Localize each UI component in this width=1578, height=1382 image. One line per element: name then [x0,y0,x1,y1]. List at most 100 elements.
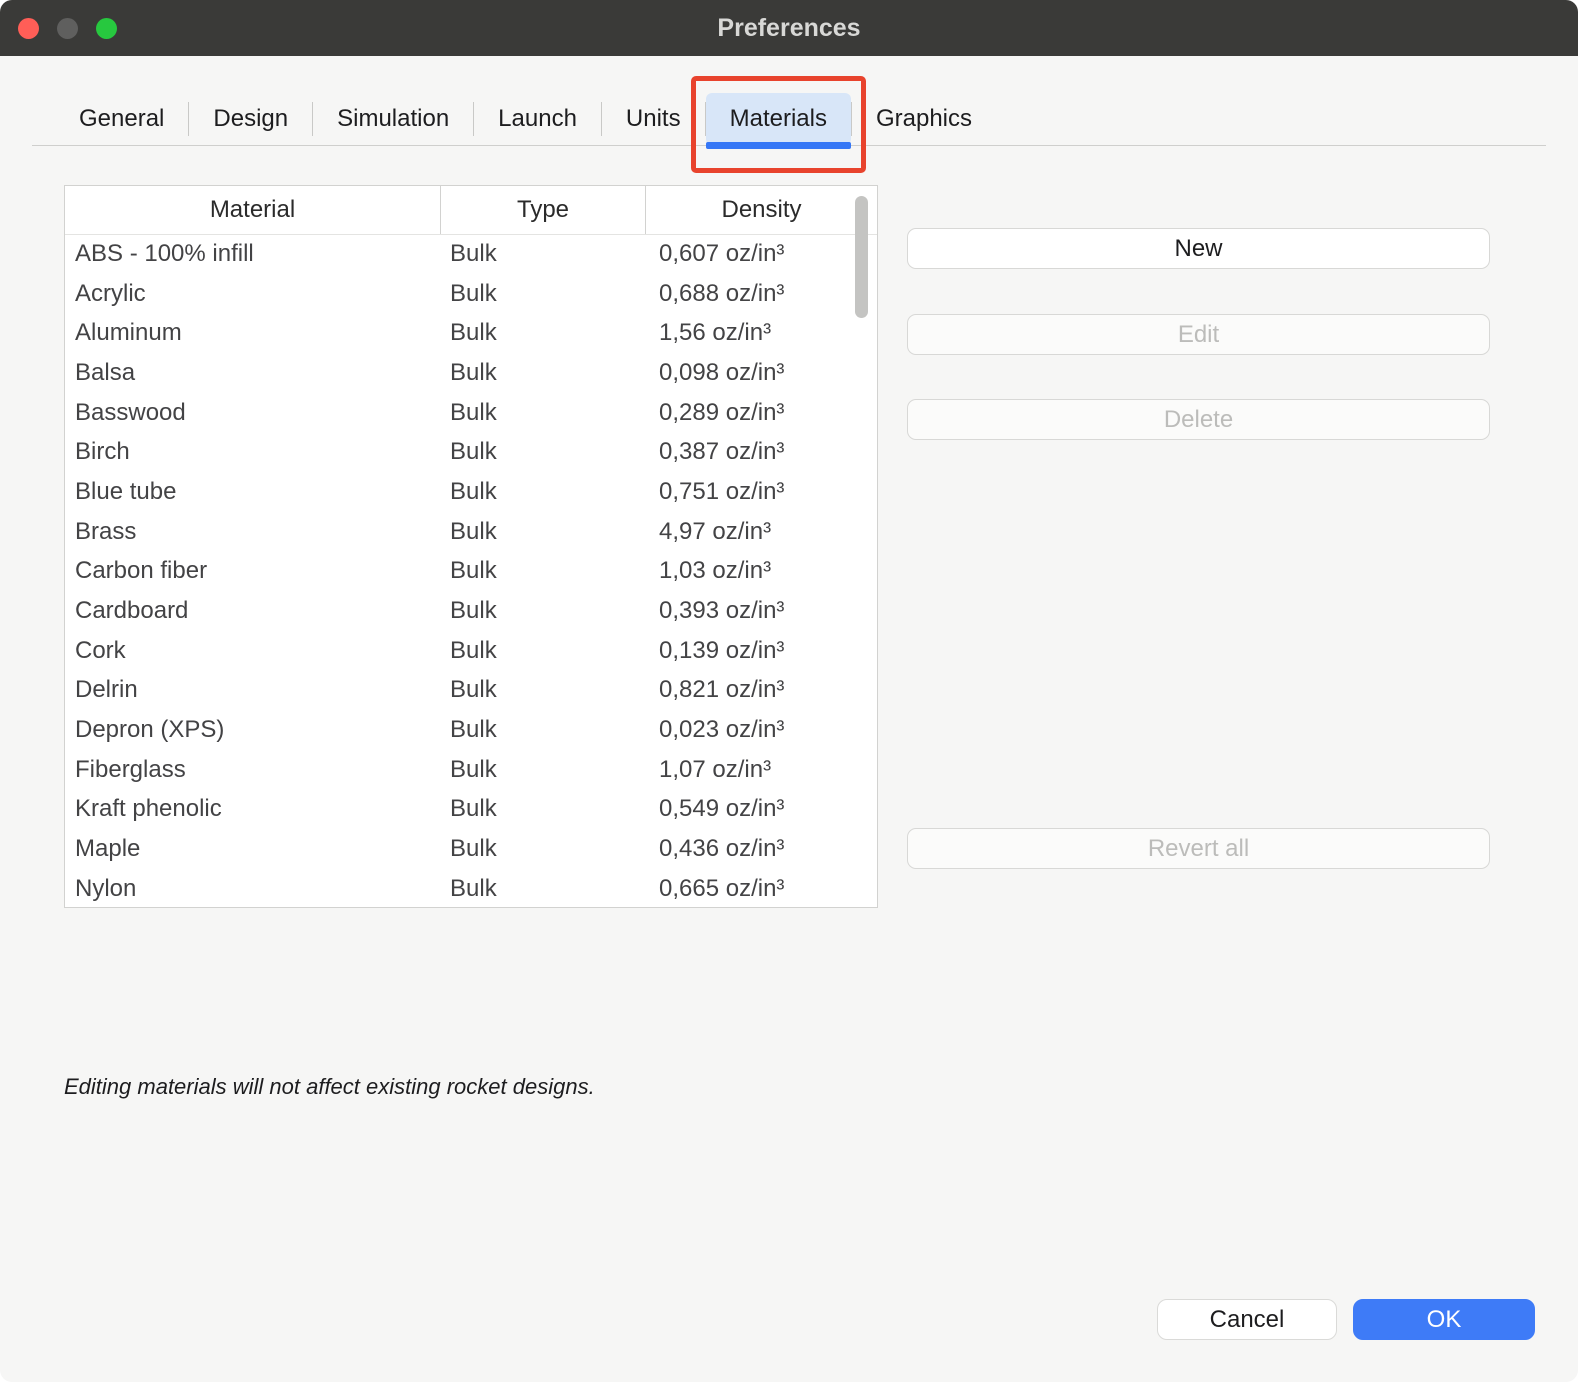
cell-type: Bulk [440,438,648,466]
close-button[interactable] [18,18,39,39]
tab-label: Materials [730,105,827,133]
new-button[interactable]: New [907,228,1490,269]
traffic-lights [18,0,117,56]
cell-material: Balsa [65,359,440,387]
cell-material: Carbon fiber [65,557,440,585]
tab-label: Units [626,105,681,133]
cell-material: Cork [65,637,440,665]
cell-type: Bulk [440,637,648,665]
cell-material: Aluminum [65,319,440,347]
column-header-density[interactable]: Density [646,186,877,234]
tab-simulation[interactable]: Simulation [313,93,473,145]
materials-table: Material Type Density ABS - 100% infillB… [64,185,878,908]
cell-material: Maple [65,835,440,863]
cell-density: 0,023 oz/in³ [648,716,877,744]
table-row[interactable]: FiberglassBulk1,07 oz/in³ [65,750,877,790]
cell-type: Bulk [440,280,648,308]
window-title: Preferences [717,14,860,43]
cell-type: Bulk [440,716,648,744]
tab-launch[interactable]: Launch [474,93,601,145]
cell-material: Birch [65,438,440,466]
table-row[interactable]: AcrylicBulk0,688 oz/in³ [65,274,877,314]
zoom-button[interactable] [96,18,117,39]
table-row[interactable]: CardboardBulk0,393 oz/in³ [65,591,877,631]
tab-strip: General Design Simulation Launch Units Materi… [32,56,1546,146]
tab-label: General [79,105,164,133]
cell-type: Bulk [440,240,648,268]
cell-type: Bulk [440,359,648,387]
table-body: ABS - 100% infillBulk0,607 oz/in³Acrylic… [65,234,877,907]
cell-type: Bulk [440,676,648,704]
cell-material: Kraft phenolic [65,795,440,823]
cell-density: 0,607 oz/in³ [648,240,877,268]
cell-density: 0,393 oz/in³ [648,597,877,625]
cell-material: Delrin [65,676,440,704]
cell-density: 1,03 oz/in³ [648,557,877,585]
minimize-button[interactable] [57,18,78,39]
column-header-type[interactable]: Type [440,186,646,234]
table-header: Material Type Density [65,186,877,235]
cell-material: Basswood [65,399,440,427]
delete-button[interactable]: Delete [907,399,1490,440]
title-bar: Preferences [0,0,1578,56]
table-row[interactable]: DelrinBulk0,821 oz/in³ [65,671,877,711]
table-row[interactable]: AluminumBulk1,56 oz/in³ [65,313,877,353]
cell-type: Bulk [440,557,648,585]
cell-density: 0,436 oz/in³ [648,835,877,863]
cell-type: Bulk [440,835,648,863]
tab-label: Design [213,105,288,133]
cell-type: Bulk [440,875,648,903]
cell-material: Depron (XPS) [65,716,440,744]
cell-type: Bulk [440,478,648,506]
tab-label: Launch [498,105,577,133]
tab-graphics[interactable]: Graphics [852,93,996,145]
table-row[interactable]: NylonBulk0,665 oz/in³ [65,869,877,907]
tab-units[interactable]: Units [602,93,705,145]
edit-button[interactable]: Edit [907,314,1490,355]
cell-type: Bulk [440,518,648,546]
preferences-window: Preferences General Design Simulation Launc… [0,0,1578,1382]
cell-density: 4,97 oz/in³ [648,518,877,546]
revert-all-button[interactable]: Revert all [907,828,1490,869]
cell-density: 0,821 oz/in³ [648,676,877,704]
materials-note: Editing materials will not affect existi… [64,1074,595,1100]
vertical-scrollbar[interactable] [855,196,868,318]
cell-material: Blue tube [65,478,440,506]
table-row[interactable]: Carbon fiberBulk1,03 oz/in³ [65,552,877,592]
cell-type: Bulk [440,795,648,823]
cell-density: 0,549 oz/in³ [648,795,877,823]
table-row[interactable]: BalsaBulk0,098 oz/in³ [65,353,877,393]
column-header-material[interactable]: Material [65,186,440,234]
cell-density: 1,56 oz/in³ [648,319,877,347]
cell-density: 0,289 oz/in³ [648,399,877,427]
cell-density: 0,688 oz/in³ [648,280,877,308]
cell-density: 0,139 oz/in³ [648,637,877,665]
table-row[interactable]: Kraft phenolicBulk0,549 oz/in³ [65,790,877,830]
cell-type: Bulk [440,597,648,625]
cell-material: Nylon [65,875,440,903]
cell-density: 1,07 oz/in³ [648,756,877,784]
cell-density: 0,751 oz/in³ [648,478,877,506]
cell-material: Acrylic [65,280,440,308]
table-row[interactable]: Depron (XPS)Bulk0,023 oz/in³ [65,710,877,750]
cell-type: Bulk [440,399,648,427]
cell-type: Bulk [440,756,648,784]
cell-material: Brass [65,518,440,546]
table-row[interactable]: BirchBulk0,387 oz/in³ [65,432,877,472]
table-row[interactable]: BrassBulk4,97 oz/in³ [65,512,877,552]
cell-material: Fiberglass [65,756,440,784]
table-row[interactable]: Blue tubeBulk0,751 oz/in³ [65,472,877,512]
ok-button[interactable]: OK [1353,1299,1535,1340]
cell-material: ABS - 100% infill [65,240,440,268]
tab-label: Graphics [876,105,972,133]
table-row[interactable]: MapleBulk0,436 oz/in³ [65,829,877,869]
tab-materials[interactable]: Materials [706,93,851,145]
cancel-button[interactable]: Cancel [1157,1299,1337,1340]
cell-type: Bulk [440,319,648,347]
table-row[interactable]: ABS - 100% infillBulk0,607 oz/in³ [65,234,877,274]
tab-design[interactable]: Design [189,93,312,145]
tab-general[interactable]: General [55,93,188,145]
cell-density: 0,098 oz/in³ [648,359,877,387]
table-row[interactable]: CorkBulk0,139 oz/in³ [65,631,877,671]
table-row[interactable]: BasswoodBulk0,289 oz/in³ [65,393,877,433]
